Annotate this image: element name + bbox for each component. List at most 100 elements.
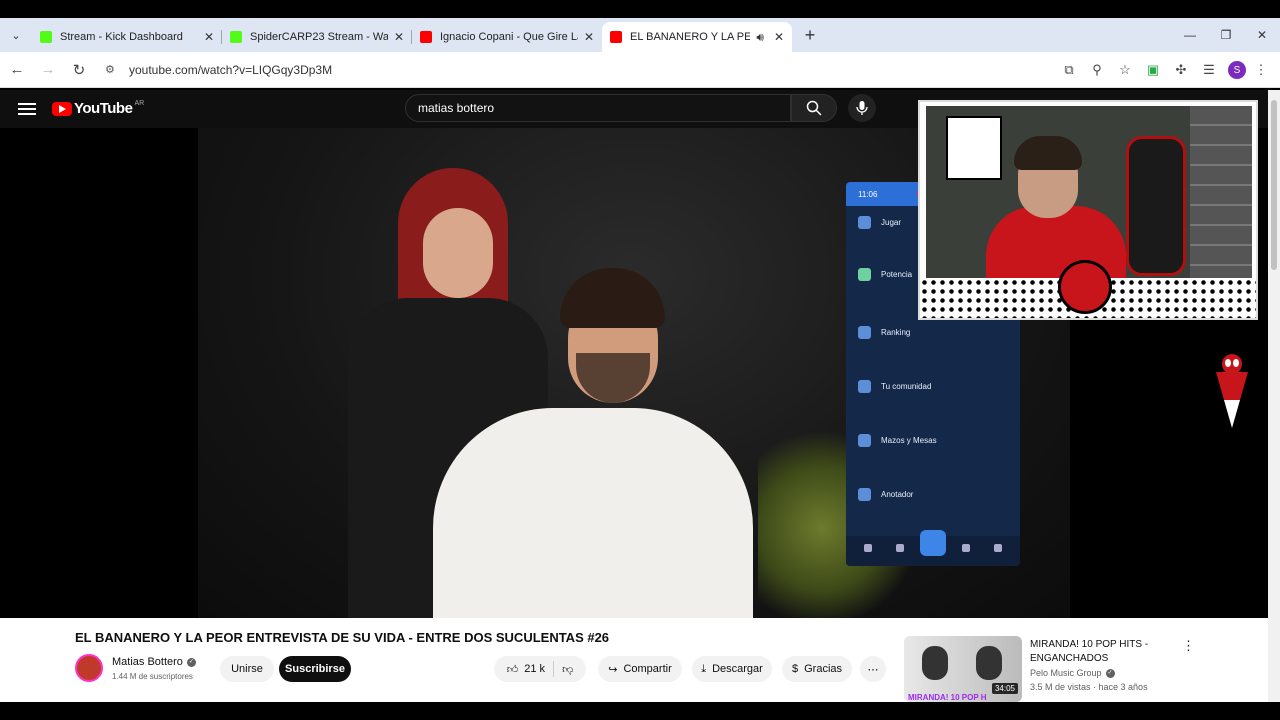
more-menu-icon[interactable]: ⋮ (1248, 57, 1274, 83)
recommendation-meta: 3.5 M de vistas · hace 3 años (1030, 682, 1148, 692)
extensions-puzzle-icon[interactable]: ✣ (1168, 57, 1194, 83)
bookmark-star-icon[interactable]: ☆ (1112, 57, 1138, 83)
page-scrollbar[interactable] (1268, 90, 1280, 702)
phone-item: Tu comunidad (858, 380, 931, 393)
search-button[interactable] (791, 94, 837, 122)
zoom-icon[interactable]: ⚲ (1084, 57, 1110, 83)
video-duration: 34:05 (991, 683, 1018, 694)
webcam-feed (926, 106, 1252, 278)
phone-item: Ranking (858, 326, 910, 339)
join-button[interactable]: Unirse (220, 656, 274, 682)
decks-icon (858, 434, 871, 447)
phone-item: Anotador (858, 488, 913, 501)
voice-search-button[interactable] (848, 94, 876, 122)
forward-arrow-icon[interactable]: → (34, 56, 62, 84)
like-count[interactable]: 21 k (524, 663, 545, 675)
thumbs-down-icon[interactable]: 👎︎ (562, 663, 573, 676)
tab-title: SpiderCARP23 Stream - Watch (250, 31, 388, 43)
extension-green-icon[interactable]: ▣ (1140, 57, 1166, 83)
phone-item: Jugar (858, 216, 901, 229)
download-button[interactable]: ⤓ Descargar (692, 656, 772, 682)
close-window-icon[interactable]: ✕ (1244, 18, 1280, 52)
cards-icon (858, 216, 871, 229)
restore-icon[interactable]: ❐ (1208, 18, 1244, 52)
man-tshirt (433, 408, 753, 618)
reload-icon[interactable]: ↻ (65, 56, 93, 84)
thumbnail-text: MIRANDA! 10 POP H (908, 693, 987, 702)
subscribe-button[interactable]: Suscribirse (279, 656, 351, 682)
site-info-icon[interactable]: ⚙ (105, 63, 125, 76)
reading-list-icon[interactable]: ☰ (1196, 57, 1222, 83)
youtube-logo[interactable]: YouTube AR (52, 100, 144, 117)
back-arrow-icon[interactable]: ← (3, 56, 31, 84)
webcam-overlay (918, 100, 1258, 320)
tab-el-bananero[interactable]: EL BANANERO Y LA PEOR E 🔊︎ ✕ (602, 22, 792, 52)
trophy-icon (962, 544, 970, 552)
play-cards-icon (920, 530, 946, 556)
recommendation-thumbnail[interactable]: MIRANDA! 10 POP H 34:05 (904, 636, 1022, 702)
chat-icon (896, 544, 904, 552)
thanks-label: Gracias (804, 663, 843, 675)
man-beard (576, 353, 650, 403)
like-dislike-group: 👍︎ 21 k 👎︎ (494, 656, 586, 682)
channel-name[interactable]: Matias Bottero (112, 656, 183, 668)
tab-ignacio-copani[interactable]: Ignacio Copani - Que Gire La P ✕ (412, 22, 602, 52)
thumbs-up-icon[interactable]: 👍︎ (507, 663, 519, 676)
speaker-icon[interactable]: 🔊︎ (756, 30, 764, 45)
spidercarp-logo (1058, 260, 1112, 314)
scrollbar-thumb[interactable] (1271, 100, 1277, 270)
tab-spidercarp-stream[interactable]: SpiderCARP23 Stream - Watch ✕ (222, 22, 412, 52)
search-input[interactable]: matias bottero (405, 94, 791, 122)
streamer-hair (1014, 136, 1082, 170)
phone-time: 11:06 (858, 189, 878, 199)
tab-title: Stream - Kick Dashboard (60, 31, 183, 43)
mic-icon (856, 101, 868, 115)
share-label: Compartir (623, 663, 672, 675)
install-app-icon[interactable]: ⧉ (1056, 57, 1082, 83)
download-label: Descargar (712, 663, 763, 675)
close-icon[interactable]: ✕ (394, 30, 404, 44)
phone-item: Mazos y Mesas (858, 434, 937, 447)
man-hair (560, 268, 665, 328)
video-info-panel: EL BANANERO Y LA PEOR ENTREVISTA DE SU V… (0, 618, 1268, 702)
share-button[interactable]: ↪ Compartir (598, 656, 682, 682)
tab-kick-dashboard[interactable]: Stream - Kick Dashboard ✕ (32, 22, 222, 52)
youtube-wordmark: YouTube (74, 100, 133, 117)
trophy-icon (858, 326, 871, 339)
recommendation-title[interactable]: MIRANDA! 10 POP HITS - ENGANCHADOS (1030, 638, 1170, 666)
tab-search-button[interactable]: ⌄ (0, 18, 32, 52)
spiderman-mascot-icon (1216, 354, 1248, 428)
close-icon[interactable]: ✕ (774, 30, 784, 44)
bell-icon (994, 544, 1002, 552)
youtube-favicon-icon (610, 31, 622, 43)
more-actions-button[interactable]: ⋯ (860, 656, 886, 682)
window-controls: — ❐ ✕ (1172, 18, 1280, 52)
youtube-favicon-icon (420, 31, 432, 43)
address-bar[interactable]: ⚙ youtube.com/watch?v=LIQGqy3Dp3M (99, 56, 1024, 84)
gaming-chair (1126, 136, 1186, 276)
subscriber-count: 1.44 M de suscriptores (112, 672, 193, 681)
profile-avatar[interactable]: S (1228, 61, 1246, 79)
channel-name-row[interactable]: Matias Bottero ✓ (112, 656, 196, 668)
megaphone-icon (858, 380, 871, 393)
recommendation-channel-row[interactable]: Pelo Music Group ✓ (1030, 668, 1115, 678)
phone-item: Potencia (858, 268, 912, 281)
close-icon[interactable]: ✕ (204, 30, 214, 44)
close-icon[interactable]: ✕ (584, 30, 594, 44)
url-text: youtube.com/watch?v=LIQGqy3Dp3M (129, 62, 333, 77)
recommendation-menu-icon[interactable]: ⋮ (1182, 638, 1195, 654)
kick-favicon-icon (230, 31, 242, 43)
share-arrow-icon: ↪ (608, 663, 618, 676)
minimize-icon[interactable]: — (1172, 18, 1208, 52)
recommendation-channel[interactable]: Pelo Music Group (1030, 668, 1102, 678)
hamburger-menu-icon[interactable] (18, 100, 36, 116)
country-code: AR (134, 100, 145, 107)
thanks-button[interactable]: $ Gracias (782, 656, 852, 682)
new-tab-button[interactable]: + (796, 21, 824, 49)
search-icon (806, 100, 822, 116)
download-icon: ⤓ (701, 662, 707, 675)
channel-avatar[interactable] (75, 654, 103, 682)
toolbar-actions: ⧉ ⚲ ☆ ▣ ✣ ☰ S ⋮ (1054, 52, 1274, 88)
phone-bottom-nav (846, 530, 1020, 566)
home-icon (864, 544, 872, 552)
